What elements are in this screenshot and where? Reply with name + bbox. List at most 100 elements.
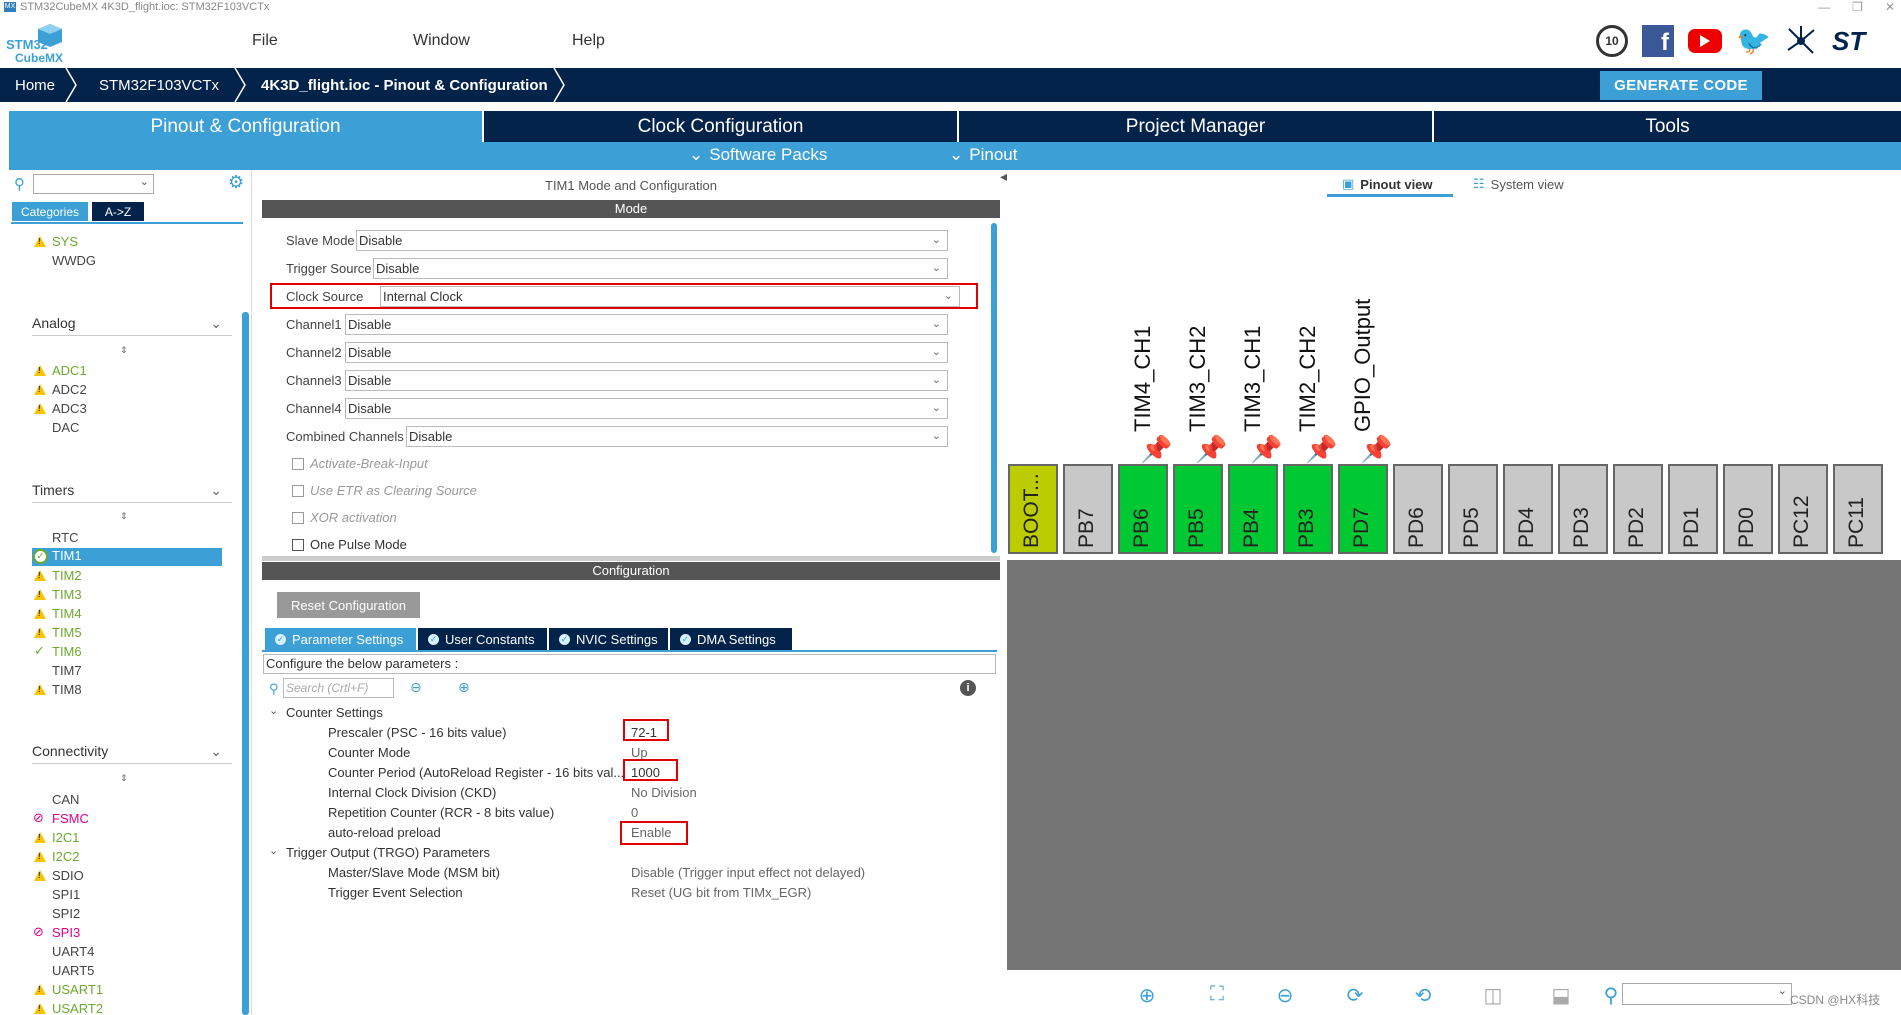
pushpin-icon: 📌	[1250, 434, 1283, 464]
param-msm-value[interactable]: Disable (Trigger input effect not delaye…	[631, 865, 865, 880]
tree-item-spi1[interactable]: SPI1	[52, 887, 80, 902]
tab-parameter-settings[interactable]: ✓ Parameter Settings	[265, 628, 416, 650]
tree-item-tim4[interactable]: TIM4	[52, 606, 82, 621]
check-circle-icon: ✓	[428, 633, 439, 645]
tree-item-uart5[interactable]: UART5	[52, 963, 94, 978]
reset-configuration-button[interactable]: Reset Configuration	[277, 592, 420, 618]
arrow-left-icon[interactable]: ⊖	[410, 679, 422, 696]
disabled-icon: ⊘	[33, 810, 44, 825]
tree-item-spi3[interactable]: SPI3	[52, 925, 80, 940]
pin-signal-label: TIM2_CH2	[1295, 325, 1320, 432]
warning-icon	[34, 608, 46, 619]
param-repetition-counter-value[interactable]: 0	[631, 805, 638, 820]
pin-boot[interactable]: BOOT...	[1008, 464, 1058, 554]
pin-pd5[interactable]: PD5	[1448, 464, 1498, 554]
pin-pd3[interactable]: PD3	[1558, 464, 1608, 554]
warning-icon	[34, 1003, 46, 1014]
pin-pb3[interactable]: PB3	[1283, 464, 1333, 554]
warning-icon	[34, 851, 46, 862]
user-constants-label: User Constants	[445, 631, 535, 647]
parameter-search-input[interactable]: Search (Crtl+F)	[283, 678, 394, 698]
warning-icon	[34, 984, 46, 995]
fit-screen-icon[interactable]: ⛶	[1206, 983, 1228, 1005]
pin-search-input[interactable]: ⌄	[1622, 983, 1792, 1005]
tree-item-i2c2[interactable]: I2C2	[52, 849, 79, 864]
counter-period-highlight	[623, 759, 678, 781]
tree-item-tim3[interactable]: TIM3	[52, 587, 82, 602]
tree-item-tim7[interactable]: TIM7	[52, 663, 82, 678]
tree-item-tim5[interactable]: TIM5	[52, 625, 82, 640]
param-trigger-event-name: Trigger Event Selection	[328, 885, 463, 900]
tree-item-usart1[interactable]: USART1	[52, 982, 103, 997]
checkmark-icon: ✓	[34, 643, 45, 658]
pin-pc11[interactable]: PC11	[1833, 464, 1883, 554]
tree-item-tim6[interactable]: TIM6	[52, 644, 82, 659]
param-msm-name: Master/Slave Mode (MSM bit)	[328, 865, 500, 880]
warning-icon	[34, 627, 46, 638]
group-trigger-output[interactable]: Trigger Output (TRGO) Parameters	[286, 845, 490, 860]
pin-pb7[interactable]: PB7	[1063, 464, 1113, 554]
pin-pb5[interactable]: PB5	[1173, 464, 1223, 554]
pin-pd7[interactable]: PD7	[1338, 464, 1388, 554]
pin-pc12[interactable]: PC12	[1778, 464, 1828, 554]
sort-icon[interactable]: ⇕	[120, 773, 128, 784]
pin-pd1[interactable]: PD1	[1668, 464, 1718, 554]
tree-item-fsmc[interactable]: FSMC	[52, 811, 89, 826]
param-clock-division-value[interactable]: No Division	[631, 785, 697, 800]
pushpin-icon: 📌	[1140, 434, 1173, 464]
tree-item-uart4[interactable]: UART4	[52, 944, 94, 959]
tree-item-can[interactable]: CAN	[52, 792, 79, 807]
tree-item-sdio[interactable]: SDIO	[52, 868, 84, 883]
pin-signal-label: TIM4_CH1	[1130, 325, 1155, 432]
tree-item-usart2[interactable]: USART2	[52, 1001, 103, 1015]
pin-signal-label: GPIO_Output	[1350, 298, 1375, 432]
group-counter-settings[interactable]: Counter Settings	[286, 705, 383, 720]
zoom-in-icon[interactable]: ⊕	[1136, 983, 1158, 1007]
param-repetition-counter-name: Repetition Counter (RCR - 8 bits value)	[328, 805, 555, 820]
check-circle-icon: ✓	[680, 633, 691, 645]
disabled-icon: ⊘	[33, 924, 44, 939]
check-circle-icon: ✓	[275, 633, 286, 645]
warning-icon	[34, 589, 46, 600]
auto-reload-highlight	[620, 821, 688, 845]
pin-signal-label: TIM3_CH1	[1240, 325, 1265, 432]
warning-icon	[34, 870, 46, 881]
zoom-out-icon[interactable]: ⊖	[1274, 983, 1296, 1007]
tab-dma-settings[interactable]: ✓ DMA Settings	[670, 628, 792, 650]
watermark: CSDN @HX科技	[1790, 993, 1881, 1007]
pin-pb6[interactable]: PB6	[1118, 464, 1168, 554]
warning-icon	[34, 832, 46, 843]
tree-item-tim2[interactable]: TIM2	[52, 568, 82, 583]
pin-pd4[interactable]: PD4	[1503, 464, 1553, 554]
param-clock-division-name: Internal Clock Division (CKD)	[328, 785, 497, 800]
pin-pd6[interactable]: PD6	[1393, 464, 1443, 554]
tree-item-i2c1[interactable]: I2C1	[52, 830, 79, 845]
flip-horizontal-icon[interactable]: ⬓	[1550, 983, 1572, 1007]
param-counter-period-name: Counter Period (AutoReload Register - 16…	[328, 765, 625, 780]
info-icon[interactable]: i	[960, 680, 976, 696]
prescaler-highlight	[623, 719, 669, 741]
chevron-down-icon[interactable]: ⌄	[269, 844, 278, 857]
category-connectivity[interactable]: Connectivity ⌄	[32, 743, 232, 764]
nvic-settings-label: NVIC Settings	[576, 631, 658, 647]
tab-user-constants[interactable]: ✓ User Constants	[418, 628, 547, 650]
param-auto-reload-name: auto-reload preload	[328, 825, 441, 840]
param-trigger-event-value[interactable]: Reset (UG bit from TIMx_EGR)	[631, 885, 811, 900]
rotate-left-icon[interactable]: ⟲	[1412, 983, 1434, 1007]
tree-item-spi2[interactable]: SPI2	[52, 906, 80, 921]
pin-pd2[interactable]: PD2	[1613, 464, 1663, 554]
tree-item-tim8[interactable]: TIM8	[52, 682, 82, 697]
tab-nvic-settings[interactable]: ✓ NVIC Settings	[549, 628, 668, 650]
pin-pb4[interactable]: PB4	[1228, 464, 1278, 554]
chevron-down-icon: ⌄	[1777, 985, 1787, 997]
pin-row: BOOT... PB7 PB6 TIM4_CH1 📌 PB5 TIM3_CH2 📌 PB4 TIM…	[0, 0, 1901, 560]
rotate-right-icon[interactable]: ⟳	[1344, 983, 1366, 1007]
tab-underline	[262, 650, 997, 652]
chevron-down-icon[interactable]: ⌄	[269, 704, 278, 717]
param-counter-mode-name: Counter Mode	[328, 745, 411, 760]
pin-pd0[interactable]: PD0	[1723, 464, 1773, 554]
flip-vertical-icon[interactable]: ◫	[1482, 983, 1504, 1007]
arrow-right-icon[interactable]: ⊕	[458, 679, 470, 696]
search-icon: ⚲	[269, 681, 279, 696]
param-counter-mode-value[interactable]: Up	[631, 745, 648, 760]
